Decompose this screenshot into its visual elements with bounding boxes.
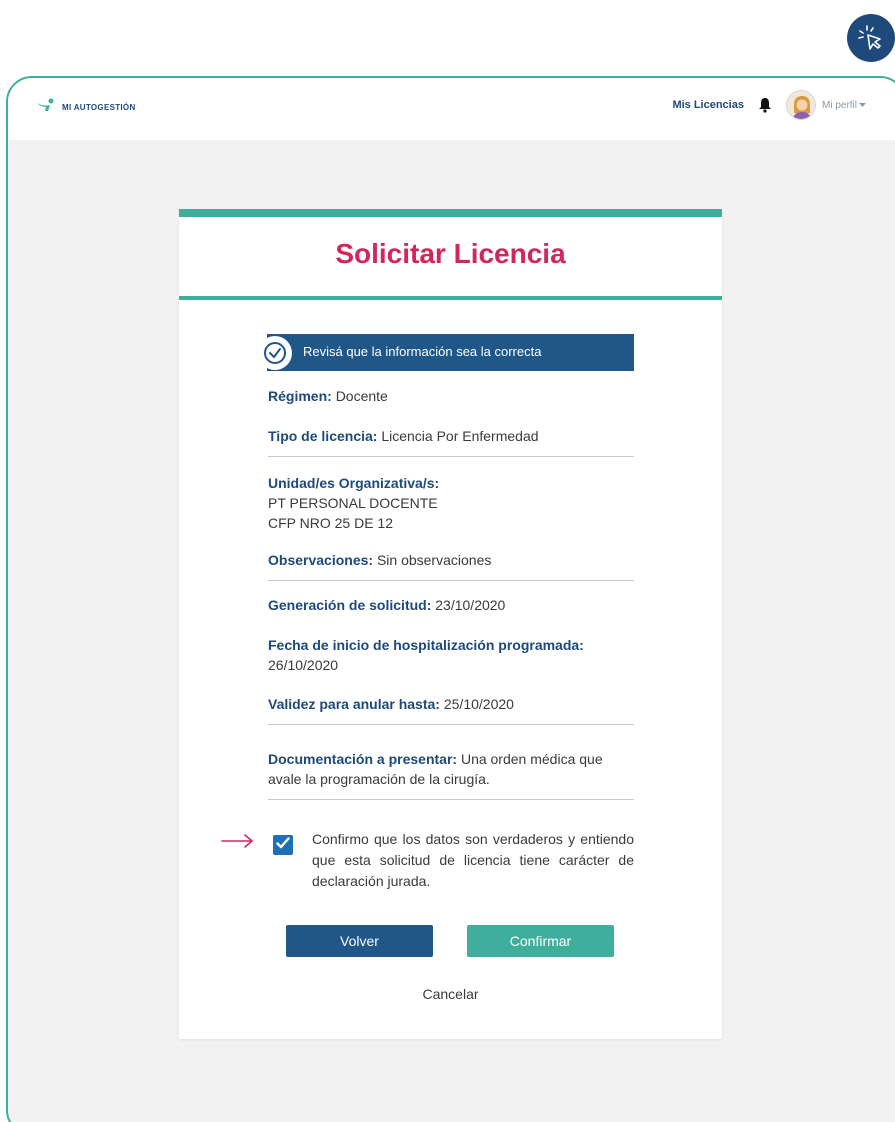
checkmark-icon — [276, 836, 290, 854]
info-banner: Revisá que la información sea la correct… — [258, 334, 634, 371]
divider — [268, 456, 634, 457]
brand-name: MI AUTOGESTIÓN — [62, 103, 136, 112]
top-navbar: MI AUTOGESTIÓN Mis Licencias Mi perfil — [8, 78, 895, 140]
confirm-text[interactable]: Confirmo que los datos son verdaderos y … — [312, 829, 634, 892]
divider — [268, 724, 634, 725]
avatar[interactable] — [785, 90, 816, 120]
field-validez: Validez para anular hasta: 25/10/2020 — [268, 694, 634, 714]
profile-label: Mi perfil — [821, 99, 857, 111]
confirm-checkbox[interactable] — [273, 835, 293, 855]
cursor-click-icon — [847, 14, 895, 62]
field-value: 26/10/2020 — [268, 657, 339, 673]
field-label: Validez para anular hasta: — [268, 696, 440, 712]
field-observaciones: Observaciones: Sin observaciones — [268, 550, 634, 570]
nav-mis-licencias[interactable]: Mis Licencias — [672, 99, 744, 111]
page-title: Solicitar Licencia — [335, 238, 566, 269]
back-button[interactable]: Volver — [286, 925, 433, 957]
check-circle-icon — [258, 336, 292, 370]
title-divider — [179, 296, 722, 300]
field-fecha-inicio: Fecha de inicio de hospitalización progr… — [268, 635, 634, 675]
field-unidad: Unidad/es Organizativa/s: PT PERSONAL DO… — [268, 473, 634, 533]
confirm-button[interactable]: Confirmar — [467, 925, 614, 957]
card-top-bar — [179, 209, 722, 217]
field-label: Tipo de licencia: — [268, 428, 378, 444]
device-frame: MI AUTOGESTIÓN Mis Licencias Mi perfil S… — [6, 76, 895, 1122]
nav-right: Mis Licencias Mi perfil — [672, 90, 866, 120]
brand-logo-icon — [36, 98, 56, 117]
brand[interactable]: MI AUTOGESTIÓN — [36, 98, 136, 117]
field-value: 25/10/2020 — [443, 696, 514, 712]
arrow-right-icon — [221, 833, 255, 854]
caret-down-icon — [859, 100, 866, 111]
divider — [268, 799, 634, 800]
info-banner-text: Revisá que la información sea la correct… — [303, 344, 542, 359]
field-label: Observaciones: — [268, 552, 374, 568]
field-label: Régimen: — [268, 388, 332, 404]
field-label: Fecha de inicio de hospitalización progr… — [268, 637, 584, 653]
field-value: Sin observaciones — [376, 552, 492, 568]
bell-icon[interactable] — [758, 97, 772, 113]
field-value: 23/10/2020 — [435, 597, 506, 613]
cancel-link: Cancelar — [179, 986, 722, 1002]
field-label: Unidad/es Organizativa/s: — [268, 475, 440, 491]
field-value: Licencia Por Enfermedad — [381, 428, 539, 444]
field-generacion: Generación de solicitud: 23/10/2020 — [268, 595, 634, 615]
field-tipo-licencia: Tipo de licencia: Licencia Por Enfermeda… — [268, 426, 634, 446]
field-value-line2: CFP NRO 25 DE 12 — [268, 515, 394, 531]
field-label: Generación de solicitud: — [268, 597, 432, 613]
license-card: Solicitar Licencia Revisá que la informa… — [179, 209, 722, 1039]
field-regimen: Régimen: Docente — [268, 386, 634, 406]
field-documentacion: Documentación a presentar: Una orden méd… — [268, 749, 634, 789]
field-label: Documentación a presentar: — [268, 751, 458, 767]
page: MI AUTOGESTIÓN Mis Licencias Mi perfil S… — [0, 0, 895, 1122]
field-value: Docente — [335, 388, 388, 404]
field-value-line1: PT PERSONAL DOCENTE — [268, 495, 438, 511]
divider — [268, 580, 634, 581]
profile-menu[interactable]: Mi perfil — [822, 100, 866, 111]
cancel-link-label[interactable]: Cancelar — [422, 986, 478, 1002]
